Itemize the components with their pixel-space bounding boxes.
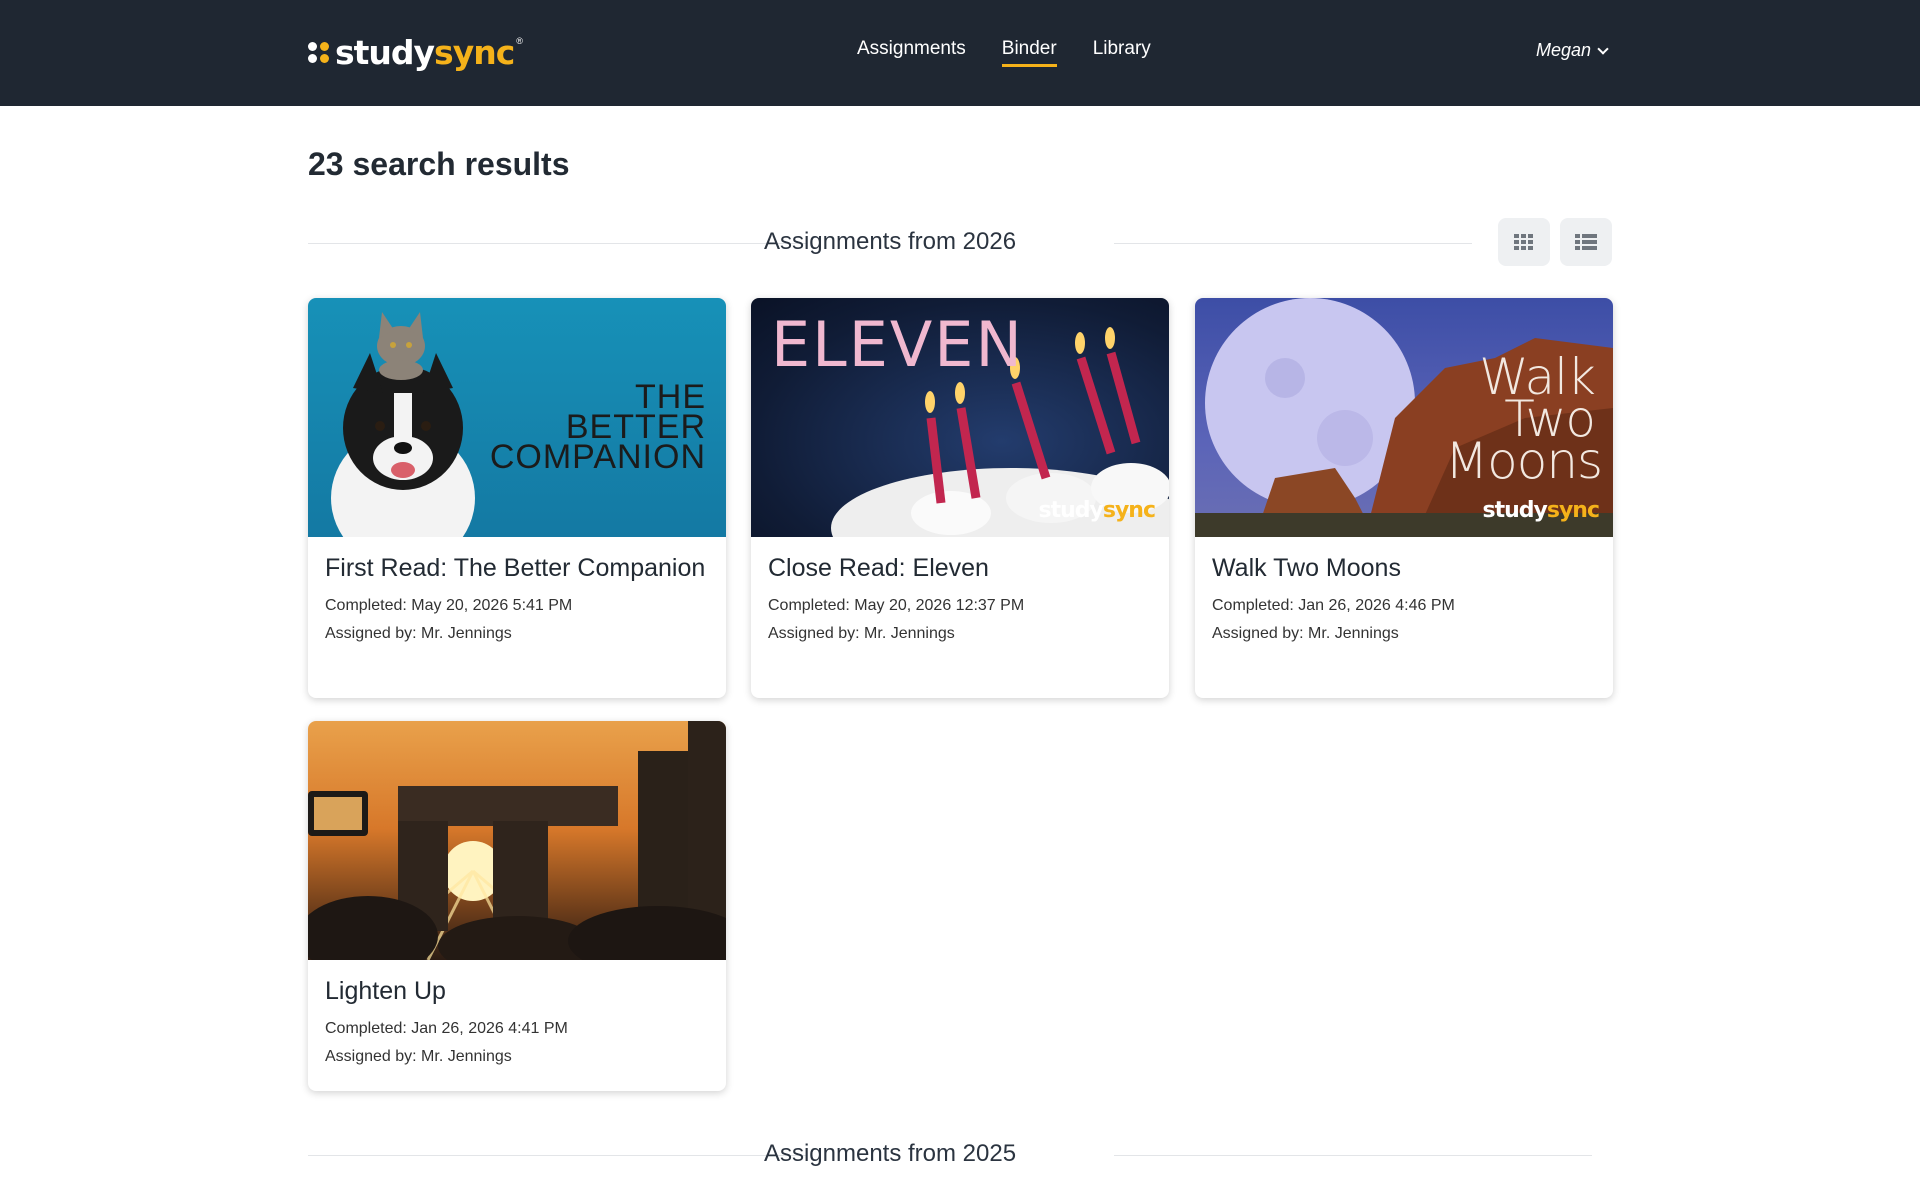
assigned-by: Assigned by: Mr. Jennings xyxy=(325,625,512,642)
studysync-watermark: studysync xyxy=(1038,498,1156,523)
completed-date: Completed: May 20, 2026 5:41 PM xyxy=(325,597,573,614)
assignment-card[interactable]: THE BETTER COMPANION First Read: The Bet… xyxy=(308,298,726,698)
assignment-thumbnail: Walk Two Moons studysync xyxy=(1195,298,1613,537)
divider xyxy=(1114,243,1472,244)
card-title: Lighten Up xyxy=(325,977,446,1005)
thumbnail-title: THE BETTER COMPANION xyxy=(489,378,706,476)
assignment-card[interactable]: ELEVEN studysync Close Read: Eleven Comp… xyxy=(751,298,1169,698)
section-header-2025: Assignments from 2025 xyxy=(308,1130,1612,1180)
list-icon xyxy=(1575,234,1597,250)
card-body: Lighten Up Completed: Jan 26, 2026 4:41 … xyxy=(308,960,726,1091)
top-navigation-bar: studysync ® Assignments Binder Library M… xyxy=(0,0,1920,106)
thumbnail-title: ELEVEN xyxy=(771,308,1024,381)
nav-library[interactable]: Library xyxy=(1093,38,1151,67)
assignment-card[interactable]: Walk Two Moons studysync Walk Two Moons … xyxy=(1195,298,1613,698)
grid-view-button[interactable] xyxy=(1498,218,1550,266)
page-title: 23 search results xyxy=(308,146,570,182)
user-name: Megan xyxy=(1535,40,1591,60)
studysync-watermark: studysync xyxy=(1482,498,1600,523)
assigned-by: Assigned by: Mr. Jennings xyxy=(768,625,955,642)
card-body: Walk Two Moons Completed: Jan 26, 2026 4… xyxy=(1195,537,1613,668)
main-nav: Assignments Binder Library xyxy=(857,38,1151,67)
stonehenge-sunrise-illustration xyxy=(308,721,726,960)
assigned-by: Assigned by: Mr. Jennings xyxy=(1212,625,1399,642)
thumbnail-title: Walk Two Moons xyxy=(1445,348,1603,490)
completed-date: Completed: Jan 26, 2026 4:46 PM xyxy=(1212,597,1455,614)
assignment-thumbnail: THE BETTER COMPANION xyxy=(308,298,726,537)
assigned-by: Assigned by: Mr. Jennings xyxy=(325,1048,512,1065)
assignment-thumbnail: ELEVEN studysync xyxy=(751,298,1169,537)
grid-icon xyxy=(1514,234,1533,250)
section-header-2026: Assignments from 2026 xyxy=(308,218,1612,268)
card-title: Walk Two Moons xyxy=(1212,554,1401,582)
section-label: Assignments from 2026 xyxy=(763,228,1017,255)
card-body: Close Read: Eleven Completed: May 20, 20… xyxy=(751,537,1169,668)
section-label: Assignments from 2025 xyxy=(763,1140,1017,1167)
card-title: First Read: The Better Companion xyxy=(325,554,706,582)
divider xyxy=(1114,1155,1592,1156)
nav-binder[interactable]: Binder xyxy=(1001,38,1057,67)
chevron-down-icon xyxy=(1597,42,1609,55)
list-view-button[interactable] xyxy=(1560,218,1612,266)
card-title: Close Read: Eleven xyxy=(768,554,989,582)
nav-assignments[interactable]: Assignments xyxy=(857,38,966,67)
logo-trademark: ® xyxy=(516,36,523,46)
assignment-thumbnail xyxy=(308,721,726,960)
studysync-logo[interactable]: studysync ® xyxy=(308,30,523,74)
user-menu[interactable]: Megan xyxy=(1535,40,1609,61)
logo-dots-icon xyxy=(308,41,329,63)
completed-date: Completed: Jan 26, 2026 4:41 PM xyxy=(325,1020,568,1037)
card-body: First Read: The Better Companion Complet… xyxy=(308,537,726,668)
assignment-card[interactable]: Lighten Up Completed: Jan 26, 2026 4:41 … xyxy=(308,721,726,1091)
logo-text: studysync xyxy=(335,32,515,72)
completed-date: Completed: May 20, 2026 12:37 PM xyxy=(768,597,1025,614)
